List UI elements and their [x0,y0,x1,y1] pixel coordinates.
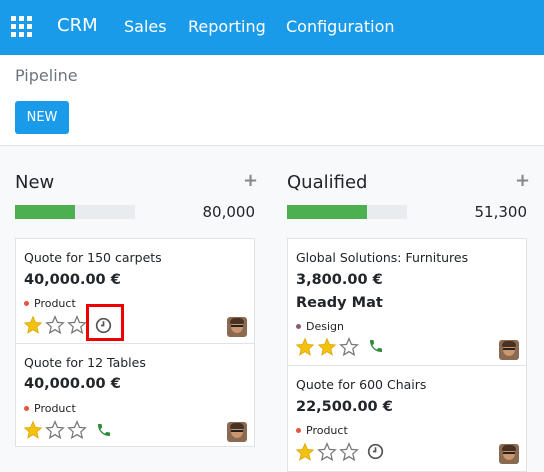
column-total-new: 80,000 [202,203,256,221]
tag-color-dot [296,324,301,329]
kanban-card[interactable]: Global Solutions: Furnitures 3,800.00 € … [287,238,527,366]
star-filled-icon[interactable] [23,315,43,335]
clock-activity-icon[interactable] [95,317,112,334]
priority-stars[interactable] [23,315,89,335]
kanban-card[interactable]: Quote for 150 carpets 40,000.00 € Produc… [15,238,255,344]
tag-label: Product [34,297,76,310]
menu-sales[interactable]: Sales [124,17,167,36]
star-empty-icon[interactable] [45,315,65,335]
star-filled-icon[interactable] [295,337,315,357]
card-amount: 3,800.00 € [296,272,383,288]
card-amount: 40,000.00 € [24,272,121,288]
star-empty-icon[interactable] [45,420,65,440]
tag-color-dot [24,301,29,306]
quick-create-new-icon[interactable]: + [243,170,258,191]
tag-color-dot [296,428,301,433]
tag-label: Product [306,424,348,437]
avatar[interactable] [227,317,247,337]
control-panel: Pipeline NEW [0,55,544,146]
tag-label: Product [34,402,76,415]
column-title-new: New [15,172,55,193]
progress-fill-new [15,205,75,219]
card-tag: Design [296,320,344,333]
card-company: Ready Mat [296,295,383,311]
column-total-qualified: 51,300 [474,203,528,221]
star-filled-icon[interactable] [23,420,43,440]
card-tag: Product [24,297,76,310]
card-title: Quote for 600 Chairs [296,377,427,392]
new-button[interactable]: NEW [15,101,69,134]
top-navbar: CRM Sales Reporting Configuration [0,0,544,55]
phone-activity-icon[interactable] [368,338,384,354]
card-amount: 40,000.00 € [24,376,121,392]
breadcrumb: Pipeline [15,66,78,85]
kanban-card[interactable]: Quote for 12 Tables 40,000.00 € Product [15,343,255,447]
clock-activity-icon[interactable] [367,443,384,460]
menu-reporting[interactable]: Reporting [188,17,266,36]
apps-menu-icon[interactable] [11,16,33,38]
menu-configuration[interactable]: Configuration [286,17,395,36]
app-brand[interactable]: CRM [57,15,98,36]
priority-stars[interactable] [295,337,361,357]
card-title: Global Solutions: Furnitures [296,250,469,265]
star-filled-icon[interactable] [295,442,315,462]
quick-create-qualified-icon[interactable]: + [515,170,530,191]
avatar[interactable] [499,444,519,464]
priority-stars[interactable] [295,442,361,462]
avatar[interactable] [227,422,247,442]
card-amount: 22,500.00 € [296,399,393,415]
star-empty-icon[interactable] [317,442,337,462]
avatar[interactable] [499,340,519,360]
phone-activity-icon[interactable] [96,422,112,438]
progress-bar-new[interactable] [15,205,135,219]
progress-bar-qualified[interactable] [287,205,407,219]
card-title: Quote for 150 carpets [24,250,162,265]
tag-color-dot [24,406,29,411]
star-empty-icon[interactable] [67,420,87,440]
star-empty-icon[interactable] [67,315,87,335]
card-title: Quote for 12 Tables [24,355,146,370]
progress-fill-qualified [287,205,368,219]
star-empty-icon[interactable] [339,442,359,462]
priority-stars[interactable] [23,420,89,440]
column-title-qualified: Qualified [287,172,368,193]
star-empty-icon[interactable] [339,337,359,357]
tag-label: Design [306,320,344,333]
star-filled-icon[interactable] [317,337,337,357]
kanban-card[interactable]: Quote for 600 Chairs 22,500.00 € Product [287,365,527,472]
card-tag: Product [24,402,76,415]
card-tag: Product [296,424,348,437]
